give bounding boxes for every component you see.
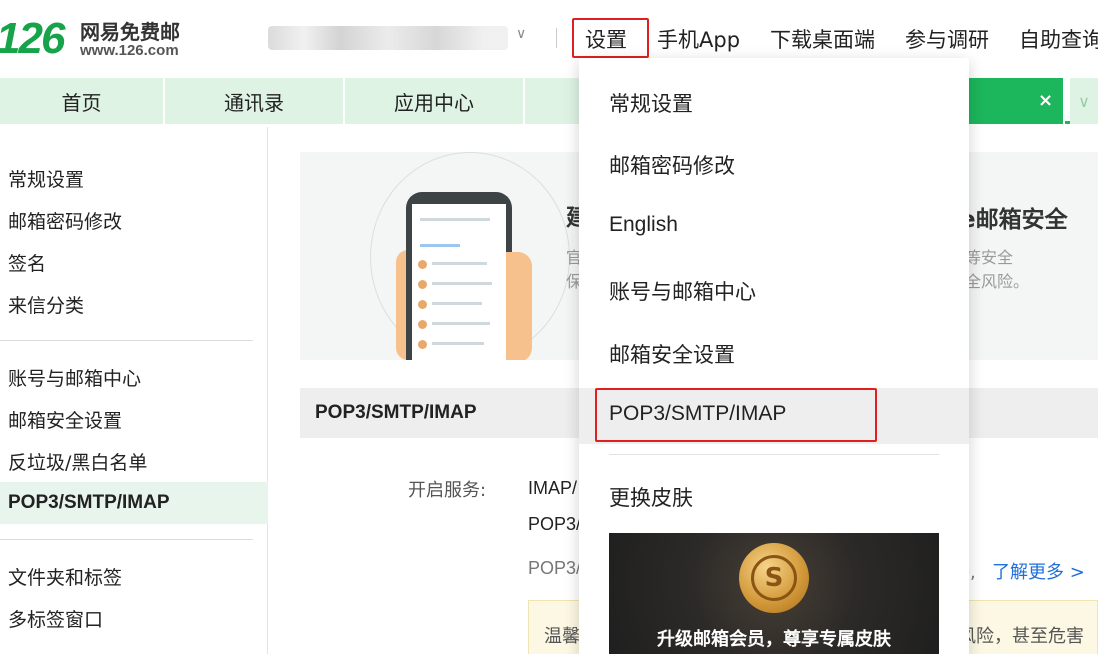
topnav-mobile-app[interactable]: 手机App	[657, 24, 740, 54]
menu-item-security[interactable]: 邮箱安全设置	[609, 339, 735, 369]
warning-text: 温馨	[544, 626, 580, 647]
logo-url: www.126.com	[80, 42, 179, 59]
close-icon[interactable]: ×	[1038, 90, 1053, 111]
menu-item-general[interactable]: 常规设置	[609, 88, 693, 118]
sidebar-item-pop3[interactable]: POP3/SMTP/IMAP	[0, 482, 268, 524]
logo-name: 网易免费邮	[80, 20, 180, 44]
sidebar-item-account-center[interactable]: 账号与邮箱中心	[0, 356, 268, 398]
sidebar-item-antispam[interactable]: 反垃圾/黑白名单	[0, 440, 268, 482]
topnav-self-query[interactable]: 自助查询	[1019, 24, 1098, 54]
settings-dropdown: 常规设置 邮箱密码修改 English 账号与邮箱中心 邮箱安全设置 POP3/…	[579, 58, 969, 654]
settings-highlight-box	[572, 18, 649, 58]
service-pop3-note: POP3/	[528, 558, 582, 578]
sidebar: 常规设置 邮箱密码修改 签名 来信分类 账号与邮箱中心 邮箱安全设置 反垃圾/黑…	[0, 127, 268, 654]
sidebar-item-folders[interactable]: 文件夹和标签	[0, 555, 268, 597]
sidebar-item-security[interactable]: 邮箱安全设置	[0, 398, 268, 440]
banner-right-subtitle: 等安全	[965, 248, 1014, 267]
learn-more-link[interactable]: 了解更多 >	[992, 558, 1085, 584]
skin-promo-caption: 升级邮箱会员，尊享专属皮肤	[657, 629, 891, 650]
skin-promo[interactable]: S 升级邮箱会员，尊享专属皮肤	[609, 533, 939, 654]
sidebar-item-password[interactable]: 邮箱密码修改	[0, 199, 268, 241]
vip-badge-icon: S	[739, 543, 809, 613]
divider	[556, 28, 557, 48]
sidebar-item-signature[interactable]: 签名	[0, 241, 268, 283]
tab-home[interactable]: 首页	[0, 78, 165, 124]
logo[interactable]: 126 网易免费邮 www.126.com	[0, 8, 200, 68]
menu-item-account-center[interactable]: 账号与邮箱中心	[609, 276, 756, 306]
vip-badge-symbol: S	[751, 555, 797, 601]
logo-number: 126	[0, 14, 65, 63]
tab-app-center[interactable]: 应用中心	[345, 78, 525, 124]
service-label: 开启服务:	[408, 480, 487, 501]
service-pop3: POP3/	[528, 514, 582, 534]
banner-right-title: e邮箱安全	[960, 207, 1068, 233]
sidebar-item-multitab[interactable]: 多标签窗口	[0, 597, 268, 639]
chevron-down-icon[interactable]: ∨	[516, 26, 526, 42]
chevron-down-icon[interactable]: ∨	[1070, 78, 1098, 124]
pop3-highlight-box	[595, 388, 877, 442]
menu-divider	[609, 454, 939, 455]
sidebar-item-general[interactable]: 常规设置	[0, 157, 268, 199]
sidebar-divider	[0, 539, 253, 540]
warning-text-right: 风险，甚至危害	[958, 626, 1084, 647]
tab-contacts[interactable]: 通讯录	[165, 78, 345, 124]
menu-item-password[interactable]: 邮箱密码修改	[609, 150, 735, 180]
topnav-desktop[interactable]: 下载桌面端	[770, 24, 875, 54]
service-imap: IMAP/	[528, 478, 578, 498]
phone-illustration	[406, 192, 512, 360]
account-name-blurred[interactable]	[268, 26, 508, 50]
banner-right-subtitle: 全风险。	[965, 272, 1030, 291]
sidebar-item-mail-sort[interactable]: 来信分类	[0, 283, 268, 325]
menu-item-skin[interactable]: 更换皮肤	[609, 482, 693, 512]
topnav-survey[interactable]: 参与调研	[905, 24, 989, 54]
phone-screen	[412, 204, 506, 360]
menu-item-english[interactable]: English	[609, 213, 678, 237]
hand-illustration	[506, 252, 532, 360]
sidebar-divider	[0, 340, 253, 341]
